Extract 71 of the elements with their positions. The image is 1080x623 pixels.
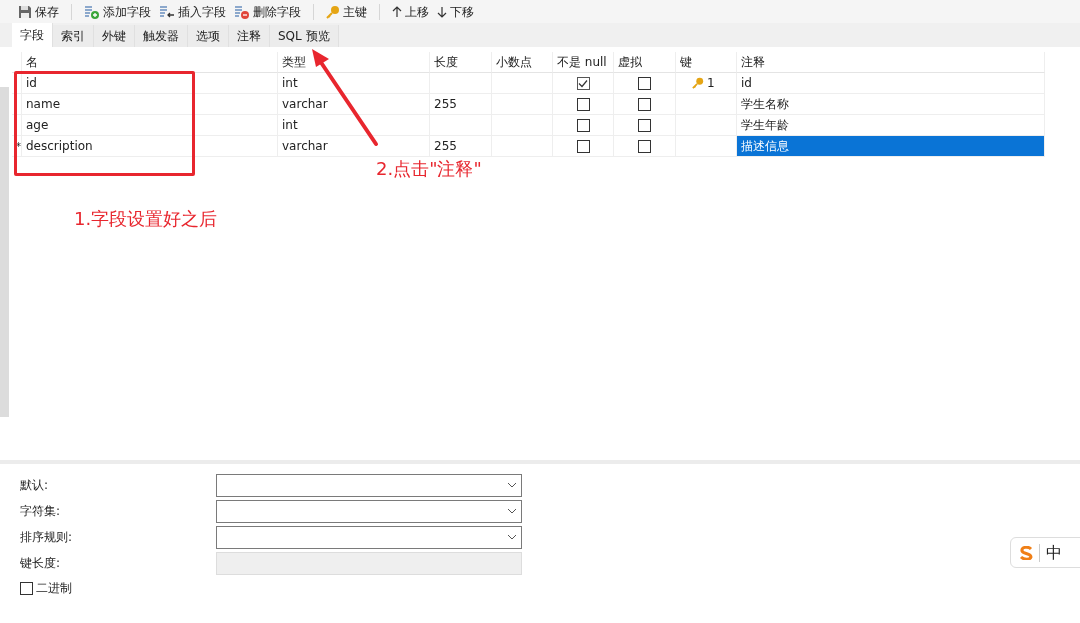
column-header: 注释 (737, 52, 1045, 73)
checkbox[interactable] (576, 97, 590, 111)
table-cell[interactable]: int (278, 73, 430, 94)
table-cell[interactable]: 描述信息 (737, 136, 1045, 157)
key-icon (692, 77, 704, 89)
table-cell[interactable]: description (22, 136, 278, 157)
chevron-down-icon (507, 508, 517, 514)
table-cell[interactable]: 学生名称 (737, 94, 1045, 115)
tab[interactable]: 注释 (229, 25, 270, 47)
table-cell[interactable]: 255 (430, 136, 492, 157)
field-label: 默认: (20, 477, 50, 494)
chevron-down-icon (507, 482, 517, 488)
dropdown-field[interactable] (216, 499, 522, 523)
table-cell[interactable]: id (737, 73, 1045, 94)
column-header: 名 (22, 52, 278, 73)
table-cell[interactable]: varchar (278, 94, 430, 115)
field-label: 字符集: (20, 503, 62, 520)
column-header: 虚拟 (614, 52, 676, 73)
toolbar-button[interactable]: 添加字段 (80, 0, 155, 23)
tab[interactable]: 索引 (53, 25, 94, 47)
checkbox[interactable] (638, 97, 651, 111)
add-field-icon (84, 4, 100, 19)
annotation-text: 2.点击"注释" (376, 157, 482, 181)
checkbox[interactable] (638, 76, 651, 90)
dropdown-field[interactable] (216, 525, 522, 549)
tab[interactable]: 外键 (94, 25, 135, 47)
toolbar-button[interactable]: 主键 (322, 0, 371, 23)
table-cell[interactable] (676, 115, 737, 136)
column-header: 不是 null (553, 52, 614, 73)
column-header: 键 (676, 52, 737, 73)
ime-divider (1039, 543, 1040, 562)
chevron-down-icon (507, 534, 517, 540)
scrollbar[interactable] (0, 87, 9, 417)
delete-field-icon (234, 4, 250, 19)
checkbox[interactable] (20, 581, 33, 595)
ime-mode-toggle[interactable]: 中 (1046, 540, 1062, 565)
table-cell[interactable]: 255 (430, 94, 492, 115)
field-label: 排序规则: (20, 529, 74, 546)
checkbox[interactable] (576, 118, 590, 132)
tab[interactable]: 字段 (12, 23, 53, 47)
checkbox[interactable] (638, 118, 651, 132)
save-icon (18, 4, 32, 19)
down-arrow-icon (437, 5, 447, 18)
table-cell[interactable]: name (22, 94, 278, 115)
table-cell[interactable]: id (22, 73, 278, 94)
key-icon (326, 4, 340, 19)
tab[interactable]: 触发器 (135, 25, 188, 47)
table-cell[interactable] (492, 73, 553, 94)
toolbar-button[interactable]: 插入字段 (155, 0, 230, 23)
dropdown-field[interactable] (216, 473, 522, 497)
toolbar-button[interactable]: 上移 (388, 0, 433, 23)
tab[interactable]: 选项 (188, 25, 229, 47)
key-number: 1 (707, 74, 715, 92)
field-label: 键长度: (20, 555, 62, 572)
toolbar-button[interactable]: 保存 (14, 0, 63, 23)
column-header: 长度 (430, 52, 492, 73)
insert-field-icon (159, 4, 175, 19)
toolbar-button[interactable]: 下移 (433, 0, 478, 23)
checkbox[interactable] (638, 139, 651, 153)
table-cell[interactable] (430, 73, 492, 94)
column-header: 小数点 (492, 52, 553, 73)
annotation-text: 1.字段设置好之后 (74, 207, 218, 231)
checkbox-label: 二进制 (36, 580, 72, 597)
up-arrow-icon (392, 5, 402, 18)
checkbox[interactable] (576, 139, 590, 153)
tab[interactable]: SQL 预览 (270, 25, 339, 47)
toolbar-button[interactable]: 删除字段 (230, 0, 305, 23)
checkbox[interactable] (576, 76, 590, 90)
table-cell[interactable]: varchar (278, 136, 430, 157)
table-cell[interactable]: int (278, 115, 430, 136)
table-cell[interactable]: age (22, 115, 278, 136)
